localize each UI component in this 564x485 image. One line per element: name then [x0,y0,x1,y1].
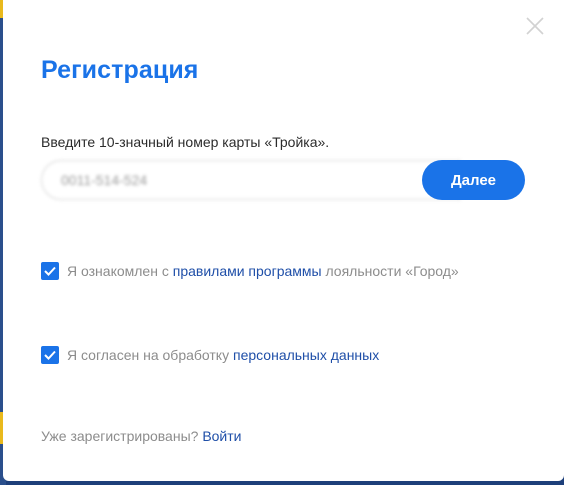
checkmark-icon [44,350,56,360]
program-rules-link[interactable]: правилами программы [173,263,322,279]
consent-text: Я ознакомлен с правилами программы лояль… [67,263,459,279]
checkmark-icon [44,266,56,276]
already-registered-text: Уже зарегистрированы? [41,428,199,444]
close-icon [526,17,544,35]
loyalty-rules-checkbox[interactable] [41,262,59,280]
card-number-form: Далее [41,160,525,200]
consent-text-post: лояльности «Город» [321,263,459,279]
login-row: Уже зарегистрированы? Войти [41,428,242,444]
card-number-prompt: Введите 10-значный номер карты «Тройка». [41,134,330,150]
registration-modal: Регистрация Введите 10-значный номер кар… [3,0,564,481]
consent-text-pre: Я согласен на обработку [67,347,233,363]
personal-data-link[interactable]: персональных данных [233,347,379,363]
consent-loyalty-rules: Я ознакомлен с правилами программы лояль… [41,262,459,280]
consent-text-pre: Я ознакомлен с [67,263,173,279]
consent-text: Я согласен на обработку персональных дан… [67,347,379,363]
consent-personal-data: Я согласен на обработку персональных дан… [41,346,379,364]
next-button[interactable]: Далее [422,160,525,200]
card-number-input[interactable] [41,160,461,200]
personal-data-checkbox[interactable] [41,346,59,364]
close-button[interactable] [522,13,548,39]
login-link[interactable]: Войти [202,428,241,444]
modal-title: Регистрация [41,56,199,84]
